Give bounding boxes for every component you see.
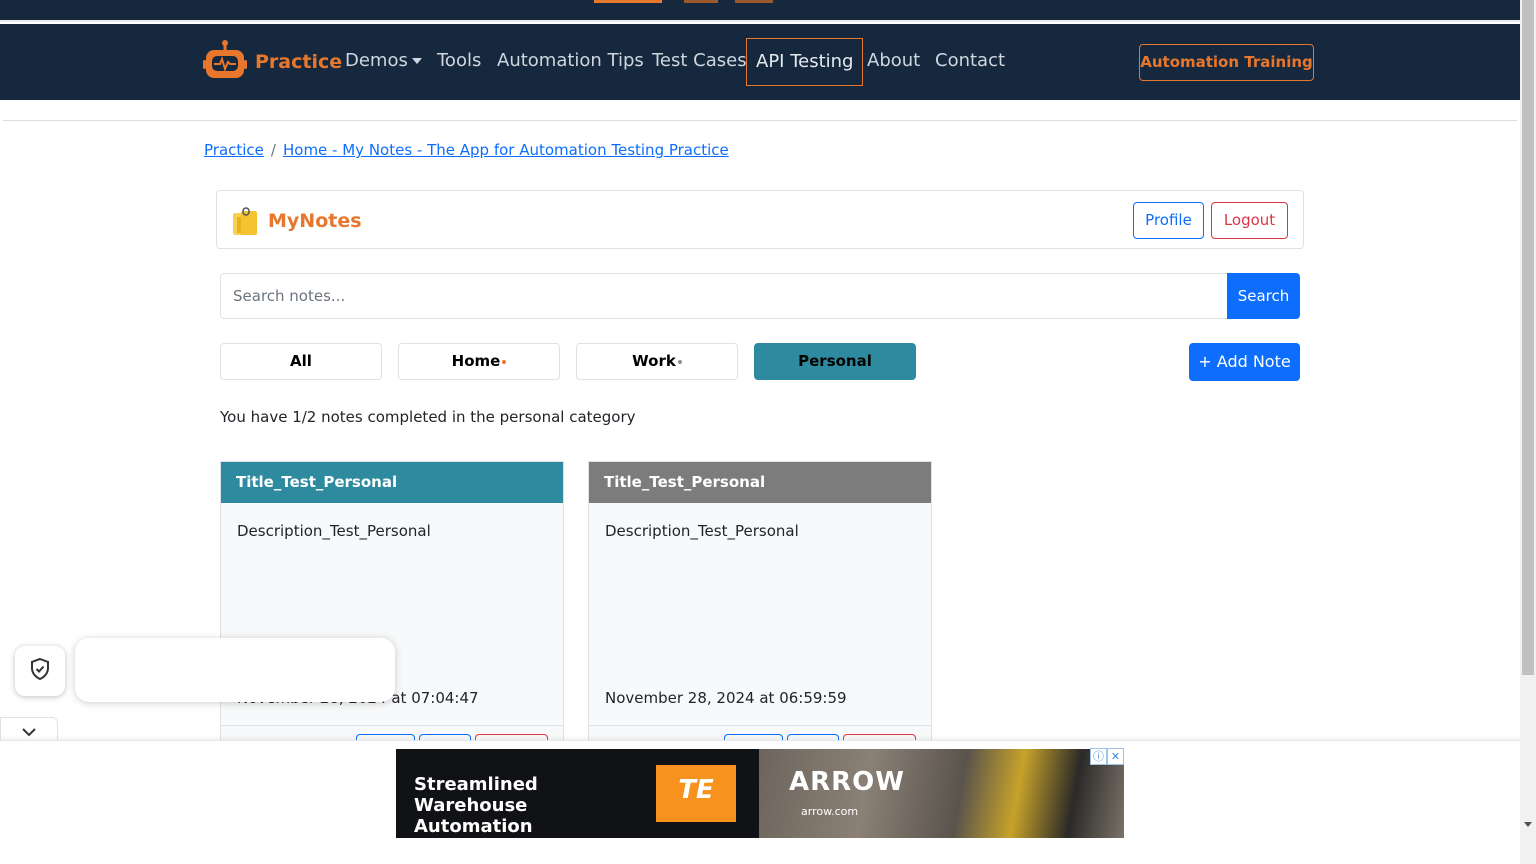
note-card: Title_Test_Personal Description_Test_Per…: [588, 461, 932, 751]
caret-down-icon: [411, 58, 422, 64]
category-home-label: Home: [451, 352, 501, 370]
nav-demos[interactable]: Demos: [345, 50, 422, 71]
top-strip-fragment: [594, 0, 662, 3]
app-header: MyNotes Profile Logout: [216, 190, 1304, 249]
robot-logo-icon: [203, 38, 247, 86]
progress-text: You have 1/2 notes completed in the pers…: [220, 408, 636, 426]
breadcrumb: Practice / Home - My Notes - The App for A…: [204, 141, 729, 159]
search-button[interactable]: Search: [1227, 273, 1300, 319]
scroll-down-arrow-icon[interactable]: [1524, 822, 1532, 827]
ad-choices: ⓘ ✕: [1090, 748, 1124, 765]
ad-info-icon[interactable]: ⓘ: [1090, 748, 1107, 765]
ad-headline: Streamlined Warehouse Automation: [414, 774, 538, 837]
category-work-label: Work: [632, 352, 676, 370]
category-work-button[interactable]: Work: [576, 343, 738, 380]
scrollbar[interactable]: [1520, 0, 1536, 864]
search-input[interactable]: [220, 273, 1228, 319]
app-title: MyNotes: [268, 210, 362, 232]
brand-link[interactable]: Practice: [203, 40, 342, 84]
logout-button[interactable]: Logout: [1211, 202, 1288, 239]
nav-automation-tips[interactable]: Automation Tips: [497, 50, 644, 71]
note-date: November 28, 2024 at 06:59:59: [605, 689, 847, 707]
nav-demos-label: Demos: [345, 50, 408, 71]
ad-photo: ARROW arrow.com: [759, 749, 1124, 838]
nav-test-cases[interactable]: Test Cases: [652, 50, 747, 71]
note-card: Title_Test_Personal Description_Test_Per…: [220, 461, 564, 751]
top-strip: [0, 0, 1520, 22]
page: Practice Demos Tools Automation Tips Tes…: [0, 0, 1536, 864]
nav-about[interactable]: About: [867, 50, 920, 71]
ad-brand: ARROW: [789, 767, 905, 797]
privacy-shield-button[interactable]: [15, 646, 65, 696]
scrollbar-thumb[interactable]: [1522, 0, 1534, 675]
category-home-button[interactable]: Home: [398, 343, 560, 380]
breadcrumb-practice-link[interactable]: Practice: [204, 141, 264, 159]
ad-te-logo: TE: [656, 765, 736, 822]
ad-close-icon[interactable]: ✕: [1107, 748, 1124, 765]
breadcrumb-separator: /: [270, 141, 276, 159]
note-description: Description_Test_Personal: [237, 522, 431, 540]
ad-url: arrow.com: [801, 805, 859, 818]
profile-button[interactable]: Profile: [1133, 202, 1204, 239]
note-description: Description_Test_Personal: [605, 522, 799, 540]
divider: [3, 120, 1517, 121]
shield-check-icon: [29, 657, 51, 685]
category-dot-icon: [502, 359, 507, 364]
category-dot-icon: [677, 359, 682, 364]
nav-contact[interactable]: Contact: [935, 50, 1005, 71]
top-strip-fragment: [735, 0, 773, 3]
notes-logo-icon: [231, 205, 263, 237]
top-strip-fragment: [684, 0, 718, 3]
notification-popup: [75, 638, 395, 702]
brand-name: Practice: [255, 51, 343, 73]
nav-tools[interactable]: Tools: [437, 50, 481, 71]
category-personal-button[interactable]: Personal: [754, 343, 916, 380]
breadcrumb-current-link[interactable]: Home - My Notes - The App for Automation…: [283, 141, 729, 159]
nav-api-testing[interactable]: API Testing: [746, 38, 864, 86]
add-note-button[interactable]: + Add Note: [1189, 343, 1300, 381]
chevron-down-icon: [21, 722, 37, 741]
category-all-button[interactable]: All: [220, 343, 382, 380]
automation-training-button[interactable]: Automation Training: [1139, 44, 1314, 81]
ad-banner-bar: Streamlined Warehouse Automation TE ARRO…: [0, 740, 1520, 838]
note-title: Title_Test_Personal: [221, 462, 563, 503]
advertisement[interactable]: Streamlined Warehouse Automation TE ARRO…: [396, 749, 1124, 838]
navbar: Practice Demos Tools Automation Tips Tes…: [0, 24, 1520, 100]
note-title: Title_Test_Personal: [589, 462, 931, 503]
